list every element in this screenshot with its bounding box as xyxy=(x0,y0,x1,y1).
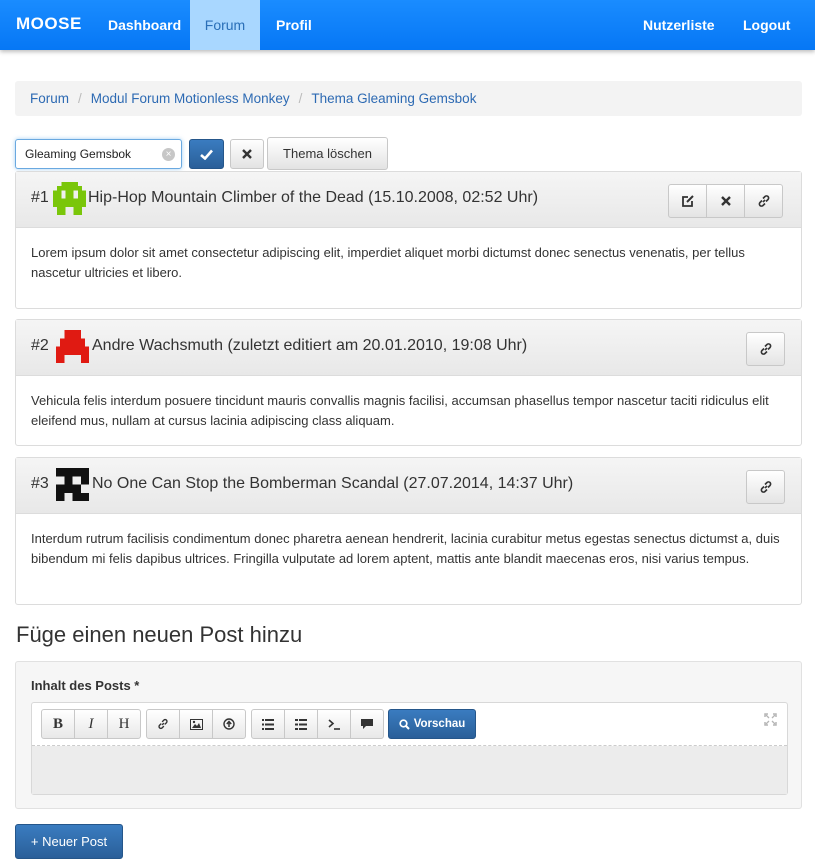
post-actions xyxy=(746,470,785,504)
markdown-editor: B I H Vorschau xyxy=(31,702,788,795)
delete-post-button[interactable] xyxy=(706,184,745,218)
nav-nutzerliste[interactable]: Nutzerliste xyxy=(628,0,730,50)
editor-toolbar: B I H Vorschau xyxy=(32,703,787,746)
post-panel-3: #3 No One Can Stop the Bomberman Scandal… xyxy=(15,457,802,605)
delete-topic-button[interactable]: Thema löschen xyxy=(267,137,388,170)
post-body: Lorem ipsum dolor sit amet consectetur a… xyxy=(31,245,745,280)
post-title: No One Can Stop the Bomberman Scandal (2… xyxy=(92,475,574,492)
permalink-button[interactable] xyxy=(746,470,785,504)
breadcrumb-separator: / xyxy=(78,91,82,106)
new-post-button[interactable]: + Neuer Post xyxy=(15,824,123,859)
code-button[interactable] xyxy=(317,709,351,739)
upload-icon xyxy=(223,718,235,730)
post-number: #3 xyxy=(31,475,49,492)
user-avatar xyxy=(56,330,89,363)
post-title: Andre Wachsmuth (zuletzt editiert am 20.… xyxy=(92,337,528,354)
permalink-button[interactable] xyxy=(744,184,783,218)
numbered-list-icon xyxy=(295,718,307,730)
terminal-icon xyxy=(327,718,340,730)
link-icon xyxy=(760,343,771,355)
nav-logout[interactable]: Logout xyxy=(728,0,805,50)
permalink-button[interactable] xyxy=(746,332,785,366)
nav-profil[interactable]: Profil xyxy=(261,0,327,50)
close-icon xyxy=(242,149,252,159)
breadcrumb-separator: / xyxy=(298,91,303,106)
checkmark-icon xyxy=(200,149,213,160)
breadcrumb-topic[interactable]: Thema Gleaming Gemsbok xyxy=(311,91,476,106)
post-heading: #2 Andre Wachsmuth (zuletzt editiert am … xyxy=(16,320,801,376)
post-title: Hip-Hop Mountain Climber of the Dead (15… xyxy=(88,189,539,206)
fullscreen-icon[interactable] xyxy=(764,713,777,729)
breadcrumb-module[interactable]: Modul Forum Motionless Monkey xyxy=(91,91,290,106)
link-icon xyxy=(760,481,771,493)
breadcrumb-forum[interactable]: Forum xyxy=(30,91,69,106)
search-icon xyxy=(399,718,410,730)
post-actions xyxy=(746,332,785,366)
post-number: #1 xyxy=(31,189,49,206)
comment-icon xyxy=(361,718,373,729)
breadcrumb: Forum / Modul Forum Motionless Monkey / Them… xyxy=(15,81,802,116)
topic-title-input[interactable] xyxy=(25,147,165,161)
post-panel-1: #1 Hip-Hop Mountain Climber of the Dead … xyxy=(15,171,802,309)
link-icon xyxy=(758,195,769,207)
top-navbar: MOOSE Dashboard Forum Profil Nutzerliste… xyxy=(0,0,815,50)
post-content-label: Inhalt des Posts * xyxy=(31,678,140,693)
clear-input-icon[interactable]: × xyxy=(162,148,175,161)
new-post-heading: Füge einen neuen Post hinzu xyxy=(16,622,303,647)
insert-group xyxy=(146,709,246,739)
block-group xyxy=(251,709,384,739)
link-icon xyxy=(158,718,168,730)
quote-button[interactable] xyxy=(350,709,384,739)
brand-logo[interactable]: MOOSE xyxy=(16,14,82,34)
edit-icon xyxy=(681,195,694,207)
edit-post-button[interactable] xyxy=(668,184,707,218)
user-avatar xyxy=(53,182,86,215)
preview-button[interactable]: Vorschau xyxy=(388,709,476,739)
post-body: Vehicula felis interdum posuere tincidun… xyxy=(31,393,769,428)
new-post-form: Inhalt des Posts * B I H Vorschau xyxy=(15,661,802,809)
post-heading: #1 Hip-Hop Mountain Climber of the Dead … xyxy=(16,172,801,228)
link-button[interactable] xyxy=(146,709,180,739)
ordered-list-button[interactable] xyxy=(284,709,318,739)
post-body: Interdum rutrum facilisis condimentum do… xyxy=(31,531,780,566)
heading-button[interactable]: H xyxy=(107,709,141,739)
user-avatar xyxy=(56,468,89,501)
upload-button[interactable] xyxy=(212,709,246,739)
post-content-textarea[interactable] xyxy=(32,746,787,794)
nav-dashboard[interactable]: Dashboard xyxy=(93,0,196,50)
image-icon xyxy=(189,718,203,730)
cancel-edit-button[interactable] xyxy=(230,139,264,169)
save-title-button[interactable] xyxy=(189,139,224,169)
post-panel-2: #2 Andre Wachsmuth (zuletzt editiert am … xyxy=(15,319,802,446)
post-number: #2 xyxy=(31,337,49,354)
post-actions xyxy=(668,184,783,218)
topic-title-field[interactable]: × xyxy=(15,139,182,169)
bold-button[interactable]: B xyxy=(41,709,75,739)
preview-label: Vorschau xyxy=(413,718,466,730)
list-icon xyxy=(262,718,274,730)
format-group: B I H xyxy=(41,709,141,739)
post-heading: #3 No One Can Stop the Bomberman Scandal… xyxy=(16,458,801,514)
close-icon xyxy=(720,196,731,206)
nav-forum[interactable]: Forum xyxy=(190,0,260,50)
italic-button[interactable]: I xyxy=(74,709,108,739)
unordered-list-button[interactable] xyxy=(251,709,285,739)
image-button[interactable] xyxy=(179,709,213,739)
